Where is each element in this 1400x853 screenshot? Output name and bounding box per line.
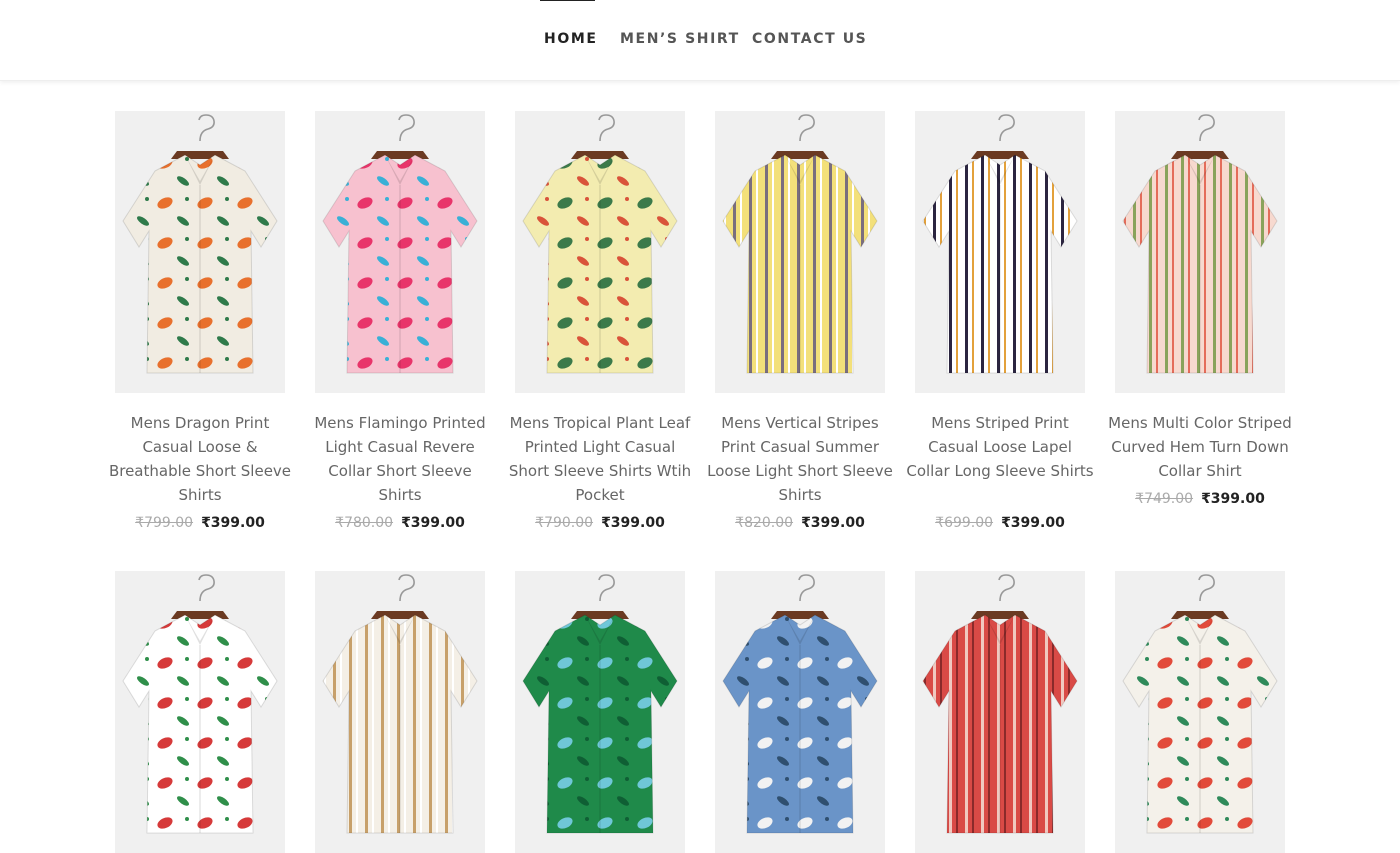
- product-image[interactable]: [915, 571, 1085, 853]
- product-price: ₹749.00 ₹399.00: [1105, 491, 1295, 507]
- product-image[interactable]: [115, 111, 285, 393]
- product-card[interactable]: Mens Flamingo Printed Light Casual Rever…: [314, 111, 486, 541]
- product-card[interactable]: Mens Multi Color Striped Curved Hem Turn…: [1108, 111, 1292, 541]
- original-price: ₹780.00: [335, 515, 394, 531]
- product-card[interactable]: [515, 571, 685, 853]
- product-title[interactable]: Mens Dragon Print Casual Loose & Breatha…: [105, 411, 295, 507]
- product-title[interactable]: Mens Flamingo Printed Light Casual Rever…: [305, 411, 495, 507]
- product-image[interactable]: [115, 571, 285, 853]
- product-image[interactable]: [715, 111, 885, 393]
- product-card[interactable]: Mens Vertical Stripes Print Casual Summe…: [707, 111, 893, 541]
- product-card[interactable]: [715, 571, 885, 853]
- product-image[interactable]: [315, 571, 485, 853]
- sale-price: ₹399.00: [201, 515, 265, 531]
- product-card[interactable]: [1115, 571, 1285, 853]
- product-image[interactable]: [1115, 111, 1285, 393]
- product-title[interactable]: Mens Tropical Plant Leaf Printed Light C…: [505, 411, 695, 507]
- product-price: ₹799.00 ₹399.00: [105, 515, 295, 531]
- sale-price: ₹399.00: [1201, 491, 1265, 507]
- product-card[interactable]: [915, 571, 1085, 853]
- product-image[interactable]: [715, 571, 885, 853]
- sale-price: ₹399.00: [601, 515, 665, 531]
- product-price: ₹699.00 ₹399.00: [905, 515, 1095, 531]
- product-image[interactable]: [315, 111, 485, 393]
- product-grid: Mens Dragon Print Casual Loose & Breatha…: [0, 0, 1400, 853]
- product-price: ₹780.00 ₹399.00: [305, 515, 495, 531]
- original-price: ₹790.00: [535, 515, 594, 531]
- sale-price: ₹399.00: [1001, 515, 1065, 531]
- product-price: ₹790.00 ₹399.00: [505, 515, 695, 531]
- product-card[interactable]: [115, 571, 285, 853]
- product-image[interactable]: [1115, 571, 1285, 853]
- product-title[interactable]: Mens Multi Color Striped Curved Hem Turn…: [1105, 411, 1295, 483]
- original-price: ₹799.00: [135, 515, 194, 531]
- sale-price: ₹399.00: [401, 515, 465, 531]
- original-price: ₹699.00: [935, 515, 994, 531]
- product-card[interactable]: Mens Tropical Plant Leaf Printed Light C…: [509, 111, 691, 541]
- product-image[interactable]: [915, 111, 1085, 393]
- product-card[interactable]: [315, 571, 485, 853]
- sale-price: ₹399.00: [801, 515, 865, 531]
- product-card[interactable]: Mens Striped Print Casual Loose Lapel Co…: [906, 111, 1094, 541]
- original-price: ₹820.00: [735, 515, 794, 531]
- product-image[interactable]: [515, 571, 685, 853]
- product-title[interactable]: Mens Striped Print Casual Loose Lapel Co…: [905, 411, 1095, 483]
- product-title[interactable]: Mens Vertical Stripes Print Casual Summe…: [705, 411, 895, 507]
- product-image[interactable]: [515, 111, 685, 393]
- original-price: ₹749.00: [1135, 491, 1194, 507]
- product-price: ₹820.00 ₹399.00: [705, 515, 895, 531]
- product-card[interactable]: Mens Dragon Print Casual Loose & Breatha…: [109, 111, 291, 541]
